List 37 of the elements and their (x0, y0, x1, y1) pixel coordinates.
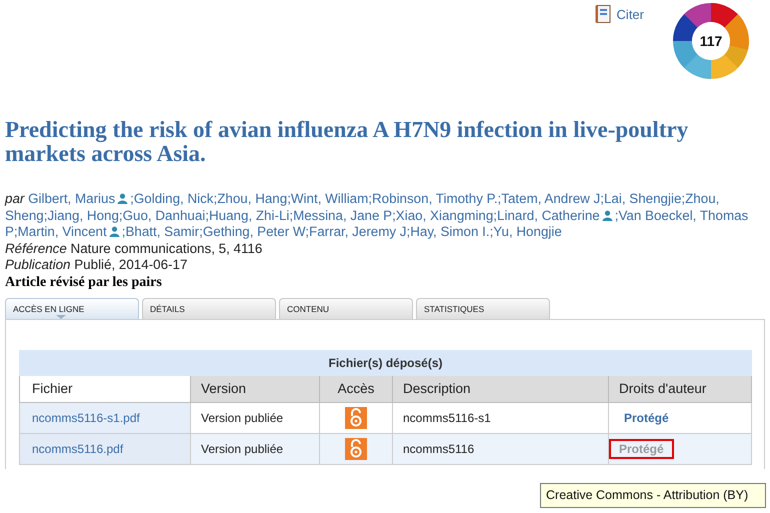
column-header: Fichier (20, 375, 190, 402)
table-cell: Version publiée (190, 402, 320, 433)
author-link[interactable]: P;Martin, Vincent (5, 224, 107, 239)
open-lock-icon[interactable] (345, 406, 367, 428)
tab[interactable]: ACCÈS EN LIGNE (5, 298, 139, 318)
meta-label: Publication (5, 257, 71, 272)
score-count: 117 (700, 33, 722, 49)
author-link[interactable]: Sheng;Jiang, Hong;Guo, Danhuai;Huang, Zhi-Li;Messina, Jane P;Xiao, Xiangming;Linard, Catherine (5, 208, 600, 222)
person-icon[interactable] (117, 193, 128, 204)
notebook-icon (594, 5, 611, 23)
table-cell: ncomms5116 (392, 433, 608, 464)
author-link[interactable]: ;Van Boeckel, Thomas (614, 208, 748, 222)
person-icon[interactable] (602, 210, 613, 220)
meta-value: Publié, 2014-06-17 (74, 257, 188, 272)
author-link[interactable]: Gilbert, Marius (28, 191, 116, 206)
meta-label: Référence (5, 240, 67, 256)
table-cell: Version publiée (190, 433, 320, 464)
column-header: Description (392, 375, 608, 402)
tab[interactable]: CONTENU (279, 298, 413, 318)
table-cell: ncomms5116-s1 (392, 402, 608, 433)
person-icon[interactable] (108, 226, 120, 237)
article-title: Predicting the risk of avian influenza A H7N9 infection in live-poultry markets across Asia. (5, 118, 690, 166)
tooltip: Creative Commons - Attribution (BY) (540, 483, 766, 508)
table-caption: Fichier(s) déposé(s) (20, 350, 752, 375)
author-link[interactable]: ;Bhatt, Samir;Gething, Peter W;Farrar, Jeremy J;Hay, Simon I.;Yu, Hongjie (122, 224, 562, 239)
cite-link[interactable]: Citer (594, 5, 644, 23)
column-header: Droits d'auteur (608, 375, 752, 402)
open-lock-icon[interactable] (345, 438, 367, 460)
column-header: Version (190, 375, 320, 402)
column-header: Accès (320, 375, 392, 402)
tab[interactable]: DÉTAILS (142, 298, 276, 318)
peer-review-note: Article révisé par les pairs (5, 274, 163, 290)
author-link[interactable]: ;Golding, Nick;Zhou, Hang;Wint, William;Robinson, Timothy P.;Tatem, Andrew J;Lai, Shengjie;Zhou, (130, 191, 720, 206)
authors-label: par (5, 191, 24, 206)
meta-value: Nature communications, 5, 4116 (70, 240, 262, 256)
tab[interactable]: STATISTIQUES (416, 298, 550, 318)
donut-badge[interactable]: 117 (672, 2, 750, 80)
